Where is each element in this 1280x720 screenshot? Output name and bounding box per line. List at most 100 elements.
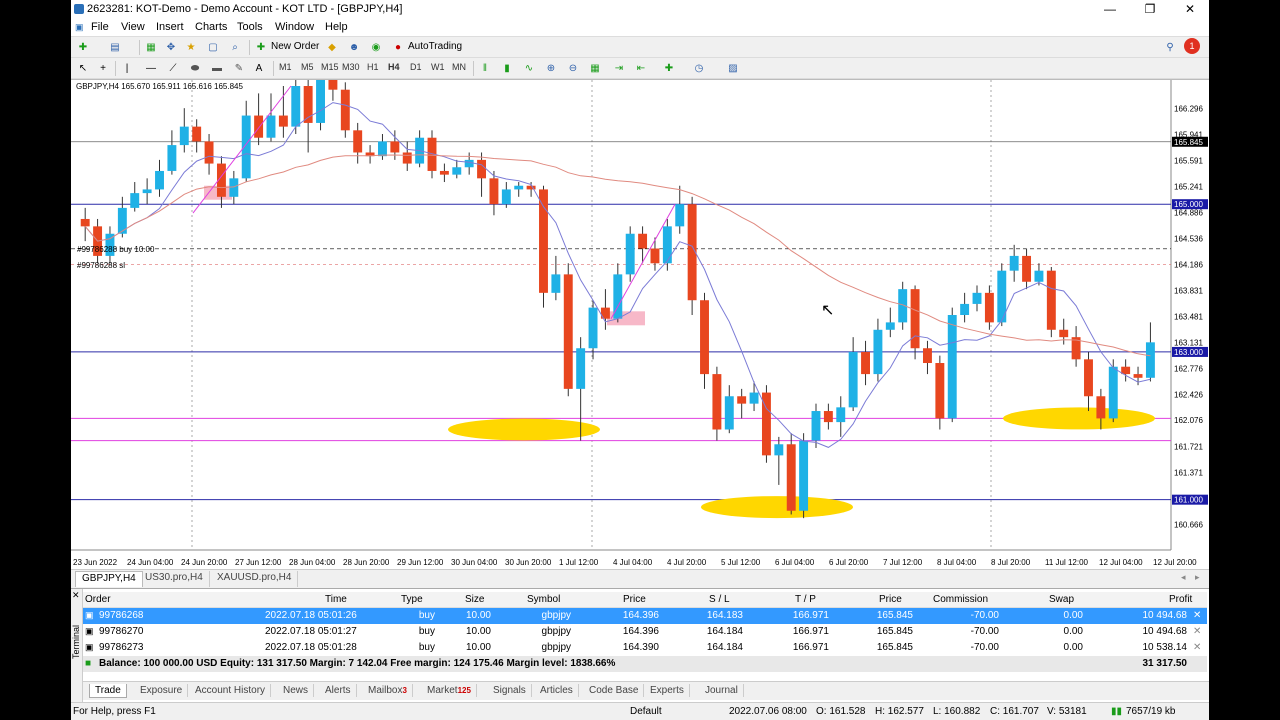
candle-body[interactable] — [737, 396, 747, 404]
col-profit[interactable]: Profit — [1169, 594, 1192, 605]
candle-body[interactable] — [935, 363, 945, 419]
menu-window[interactable]: Window — [275, 21, 314, 33]
bar-chart-icon[interactable]: ǁ — [477, 61, 493, 76]
maximize-button[interactable]: ❐ — [1132, 0, 1168, 19]
candle-body[interactable] — [873, 329, 883, 375]
chart-shift-icon[interactable]: ⇥ — [611, 61, 627, 76]
candle-body[interactable] — [910, 289, 920, 349]
tf-w1[interactable]: W1 — [431, 62, 445, 72]
tf-m30[interactable]: M30 — [342, 62, 360, 72]
candle-body[interactable] — [1096, 396, 1106, 419]
candle-body[interactable] — [700, 300, 709, 375]
tab-experts[interactable]: Experts — [645, 684, 690, 697]
navigator-icon[interactable]: ★ — [183, 40, 199, 55]
candle-body[interactable] — [501, 189, 511, 205]
candle-body[interactable] — [130, 193, 140, 208]
candle-body[interactable] — [588, 307, 598, 349]
new-order-icon[interactable]: ✚ — [253, 40, 269, 55]
candle-body[interactable] — [576, 348, 586, 389]
terminal-icon[interactable]: ▢ — [205, 40, 221, 55]
trendline-icon[interactable]: ⟋ — [165, 61, 181, 76]
vertical-line-icon[interactable]: | — [119, 61, 135, 76]
menu-tools[interactable]: Tools — [237, 21, 263, 33]
profiles-icon[interactable]: ▤ — [107, 40, 123, 55]
templates-icon[interactable]: ▨ — [725, 61, 741, 76]
candle-body[interactable] — [923, 348, 932, 364]
candle-body[interactable] — [972, 292, 982, 304]
candle-body[interactable] — [1084, 359, 1093, 397]
candle-body[interactable] — [984, 292, 994, 323]
candle-body[interactable] — [947, 315, 957, 419]
candle-body[interactable] — [539, 189, 548, 293]
tf-m1[interactable]: M1 — [279, 62, 292, 72]
col-price[interactable]: Price — [623, 594, 646, 605]
candle-body[interactable] — [1009, 255, 1019, 271]
terminal-close-icon[interactable]: ✕ — [72, 590, 80, 601]
candle-body[interactable] — [291, 86, 301, 127]
candle-body[interactable] — [823, 411, 833, 423]
candle-body[interactable] — [452, 167, 462, 175]
tab-xauusd[interactable]: XAUUSD.pro,H4 — [211, 571, 299, 587]
ellipse-icon[interactable]: ⬬ — [187, 61, 203, 76]
highlight-ellipse[interactable] — [448, 418, 600, 441]
candle-body[interactable] — [1022, 255, 1032, 282]
market-watch-icon[interactable]: ▦ — [143, 40, 159, 55]
autotrading-button[interactable]: AutoTrading — [408, 41, 462, 52]
candle-body[interactable] — [316, 80, 325, 123]
tabs-scroll-right-icon[interactable]: ▸ — [1195, 572, 1200, 583]
candle-body[interactable] — [1145, 342, 1155, 378]
zoom-out-icon[interactable]: ⊖ — [565, 61, 581, 76]
highlight-ellipse[interactable] — [701, 496, 853, 519]
menu-help[interactable]: Help — [325, 21, 348, 33]
candle-body[interactable] — [378, 141, 387, 157]
candle-body[interactable] — [1059, 329, 1069, 338]
col-size[interactable]: Size — [465, 594, 484, 605]
col-symbol[interactable]: Symbol — [527, 594, 560, 605]
tab-alerts[interactable]: Alerts — [320, 684, 357, 697]
search-icon[interactable]: ⚲ — [1162, 40, 1178, 55]
periods-icon[interactable]: ◷ — [691, 61, 707, 76]
candle-body[interactable] — [155, 170, 164, 190]
candle-body[interactable] — [514, 185, 524, 190]
candle-body[interactable] — [662, 226, 672, 264]
autoscroll-icon[interactable]: ⇤ — [633, 61, 649, 76]
candle-body[interactable] — [551, 274, 561, 293]
col-price-current[interactable]: Price — [879, 594, 902, 605]
strategy-tester-icon[interactable]: ⌕ — [227, 40, 243, 55]
candle-body[interactable] — [254, 115, 264, 138]
candle-body[interactable] — [885, 322, 895, 330]
autotrading-icon[interactable]: ● — [390, 40, 406, 55]
tab-journal[interactable]: Journal — [700, 684, 744, 697]
candle-body[interactable] — [390, 141, 400, 153]
candle-body[interactable] — [811, 411, 821, 441]
candle-body[interactable] — [675, 204, 685, 227]
candle-body[interactable] — [848, 351, 858, 408]
table-row[interactable]: ▣ 99786268 2022.07.18 05:01:26 buy 10.00 gbpj… — [83, 608, 1207, 624]
tab-exposure[interactable]: Exposure — [135, 684, 189, 697]
candle-body[interactable] — [638, 233, 648, 249]
menu-charts[interactable]: Charts — [195, 21, 227, 33]
menu-file[interactable]: File — [91, 21, 109, 33]
tf-m5[interactable]: M5 — [301, 62, 314, 72]
candle-body[interactable] — [353, 130, 363, 153]
rectangle-icon[interactable]: ▬ — [209, 61, 225, 76]
tf-mn[interactable]: MN — [452, 62, 466, 72]
candle-body[interactable] — [204, 141, 214, 164]
line-chart-icon[interactable]: ∿ — [521, 61, 537, 76]
candle-body[interactable] — [1133, 374, 1143, 378]
candle-body[interactable] — [80, 218, 90, 227]
tf-h1[interactable]: H1 — [367, 62, 379, 72]
tabs-scroll-left-icon[interactable]: ◂ — [1181, 572, 1186, 583]
candle-body[interactable] — [241, 115, 251, 179]
candle-body[interactable] — [836, 407, 846, 423]
table-row[interactable]: ▣ 99786273 2022.07.18 05:01:28 buy 10.00 gbpj… — [83, 640, 1207, 656]
notification-badge[interactable]: 1 — [1184, 38, 1200, 54]
col-order[interactable]: Order — [85, 594, 111, 605]
candle-body[interactable] — [712, 374, 722, 430]
tf-m15[interactable]: M15 — [321, 62, 339, 72]
candle-body[interactable] — [439, 170, 449, 175]
highlight-ellipse[interactable] — [1003, 407, 1155, 430]
candle-body[interactable] — [489, 178, 499, 205]
candle-body[interactable] — [117, 207, 127, 234]
indicators-icon[interactable]: ✚ — [661, 61, 677, 76]
